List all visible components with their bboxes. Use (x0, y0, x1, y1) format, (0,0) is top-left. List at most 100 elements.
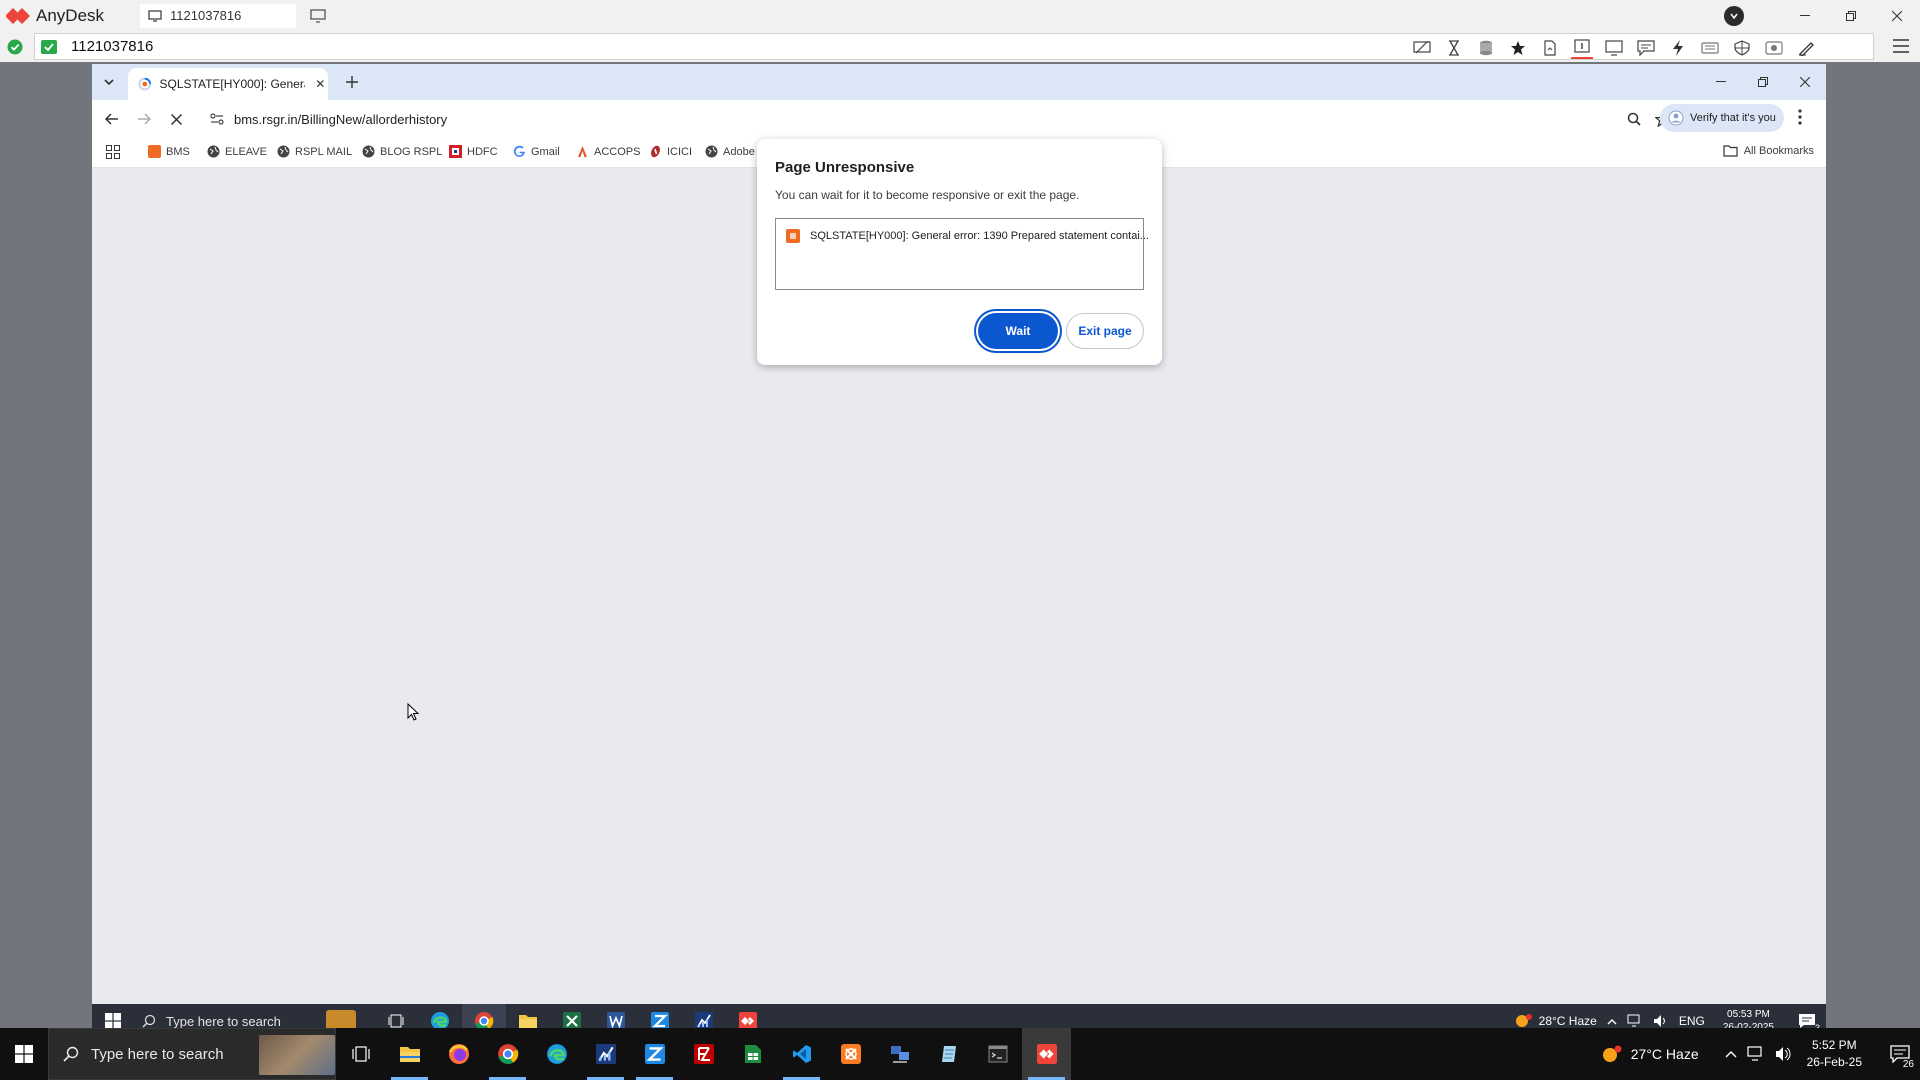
unresponsive-page-item[interactable]: SQLSTATE[HY000]: General error: 1390 Pre… (786, 229, 1149, 243)
anydesk-account-icon[interactable] (1724, 5, 1744, 26)
stop-loading-button[interactable] (164, 107, 188, 131)
anydesk-address-field[interactable]: 1121037816 (34, 33, 1874, 60)
weather-icon (1602, 1045, 1622, 1062)
bookmark-rspl-mail[interactable]: RSPL MAIL (277, 145, 352, 158)
plugin-button[interactable] (1731, 37, 1753, 59)
network-icon[interactable] (1627, 1014, 1643, 1028)
taskbar-xampp[interactable] (826, 1028, 875, 1080)
taskbar-weather[interactable]: 27°C Haze (1601, 1044, 1699, 1064)
anydesk-session-tab[interactable]: 1121037816 (140, 3, 297, 28)
session-timer-button[interactable] (1443, 37, 1465, 59)
chevron-up-icon[interactable] (1725, 1050, 1737, 1058)
record-button[interactable] (1763, 37, 1785, 59)
new-tab-button[interactable] (342, 72, 362, 92)
chevron-up-icon[interactable] (1607, 1018, 1617, 1025)
tab-search-button[interactable] (98, 71, 120, 93)
zoom-button[interactable] (1627, 112, 1641, 126)
volume-icon[interactable] (1653, 1014, 1669, 1028)
anydesk-title-bar: AnyDesk 1121037816 (0, 0, 1920, 31)
chrome-close-button[interactable] (1784, 64, 1826, 100)
pen-icon (1799, 41, 1814, 56)
minimize-button[interactable] (1782, 0, 1828, 31)
bookmark-label: ACCOPS (594, 145, 641, 158)
close-button[interactable] (1874, 0, 1920, 31)
verify-identity-chip[interactable]: Verify that it's you (1660, 104, 1784, 132)
favorite-button[interactable] (1507, 37, 1529, 59)
chrome-restore-button[interactable] (1742, 64, 1784, 100)
anydesk-new-session-button[interactable] (310, 8, 326, 23)
display-button[interactable] (1603, 37, 1625, 59)
taskbar-zoho-app[interactable] (630, 1028, 679, 1080)
remote-notification-button[interactable]: 3 (1798, 1013, 1820, 1033)
bookmark-eleave[interactable]: ELEAVE (207, 145, 267, 158)
taskbar-time: 5:52 PM (1811, 1038, 1857, 1052)
forward-button[interactable] (132, 107, 156, 131)
chrome-tab-title: SQLSTATE[HY000]: General error: 1390 Pre… (159, 77, 305, 91)
tab-close-button[interactable]: ✕ (313, 76, 328, 92)
apps-button[interactable] (106, 145, 120, 159)
site-info-icon[interactable] (210, 113, 224, 125)
volume-icon[interactable] (1775, 1046, 1793, 1062)
whiteboard-button[interactable] (1795, 37, 1817, 59)
bookmark-adobe[interactable]: Adobe (705, 145, 755, 158)
taskbar-firefox[interactable] (434, 1028, 483, 1080)
hamburger-icon (1893, 39, 1909, 53)
database-button[interactable] (1475, 37, 1497, 59)
bookmark-bms[interactable]: BMS (148, 145, 190, 158)
actions-button[interactable] (1667, 37, 1689, 59)
shield-icon (1734, 39, 1750, 56)
exit-page-button[interactable]: Exit page (1066, 313, 1144, 349)
taskbar-anydesk[interactable] (1022, 1028, 1071, 1080)
remote-weather-text: 28°C Haze (1538, 1014, 1597, 1028)
bookmark-blog-rspl[interactable]: BLOG RSPL (362, 145, 442, 158)
chrome-tab-active[interactable]: SQLSTATE[HY000]: General error: 1390 Pre… (128, 68, 328, 100)
back-button[interactable] (100, 107, 124, 131)
taskbar-edge[interactable] (532, 1028, 581, 1080)
bookmark-hdfc[interactable]: HDFC (449, 145, 498, 158)
bms-icon (148, 145, 161, 158)
arrow-right-icon (138, 113, 151, 125)
taskbar-chart-app[interactable] (581, 1028, 630, 1080)
anydesk-menu-button[interactable] (1892, 38, 1910, 54)
start-button[interactable] (0, 1028, 48, 1080)
star-icon (1511, 40, 1525, 55)
remote-language[interactable]: ENG (1679, 1014, 1705, 1028)
bookmark-label: ELEAVE (225, 145, 267, 158)
keyboard-button[interactable] (1699, 37, 1721, 59)
permissions-icon[interactable] (41, 39, 57, 54)
taskbar-vscode[interactable] (777, 1028, 826, 1080)
task-view-button[interactable] (336, 1028, 385, 1080)
taskbar-file-explorer[interactable] (385, 1028, 434, 1080)
chrome-minimize-button[interactable] (1700, 64, 1742, 100)
remote-weather[interactable]: 28°C Haze (1515, 1013, 1597, 1029)
all-bookmarks-button[interactable]: All Bookmarks (1723, 145, 1814, 157)
lightning-icon (1673, 39, 1683, 56)
bookmark-gmail[interactable]: Gmail (513, 145, 560, 158)
network-icon[interactable] (1747, 1046, 1765, 1062)
taskbar-sheets-app[interactable] (728, 1028, 777, 1080)
taskbar-weather-text: 27°C Haze (1630, 1046, 1699, 1062)
system-tray: 27°C Haze 5:52 PM 26-Feb-25 26 (1601, 1028, 1920, 1080)
file-transfer-button[interactable] (1539, 37, 1561, 59)
privacy-mode-button[interactable] (1411, 37, 1433, 59)
z-app-icon (644, 1044, 665, 1064)
chat-button[interactable] (1635, 37, 1657, 59)
bookmark-icici[interactable]: ICICI (649, 145, 692, 158)
taskbar-filezilla[interactable] (679, 1028, 728, 1080)
wait-button[interactable]: Wait (978, 313, 1058, 349)
display-icon (1605, 39, 1623, 56)
chrome-menu-button[interactable] (1798, 109, 1802, 125)
taskbar-notepad-app[interactable] (924, 1028, 973, 1080)
taskbar-terminal-app[interactable] (973, 1028, 1022, 1080)
restore-button[interactable] (1828, 0, 1874, 31)
action-center-button[interactable]: 26 (1880, 1028, 1920, 1080)
globe-icon (362, 145, 375, 158)
taskbar-chrome[interactable] (483, 1028, 532, 1080)
taskbar-clock[interactable]: 5:52 PM 26-Feb-25 (1807, 1037, 1862, 1071)
site-favicon-icon (786, 229, 800, 243)
bookmark-accops[interactable]: ACCOPS (576, 145, 640, 158)
address-bar[interactable]: bms.rsgr.in/BillingNew/allorderhistory (200, 104, 1680, 134)
display-info-button[interactable] (1571, 37, 1593, 59)
taskbar-network-app[interactable] (875, 1028, 924, 1080)
taskbar-search-box[interactable]: Type here to search (48, 1028, 336, 1080)
